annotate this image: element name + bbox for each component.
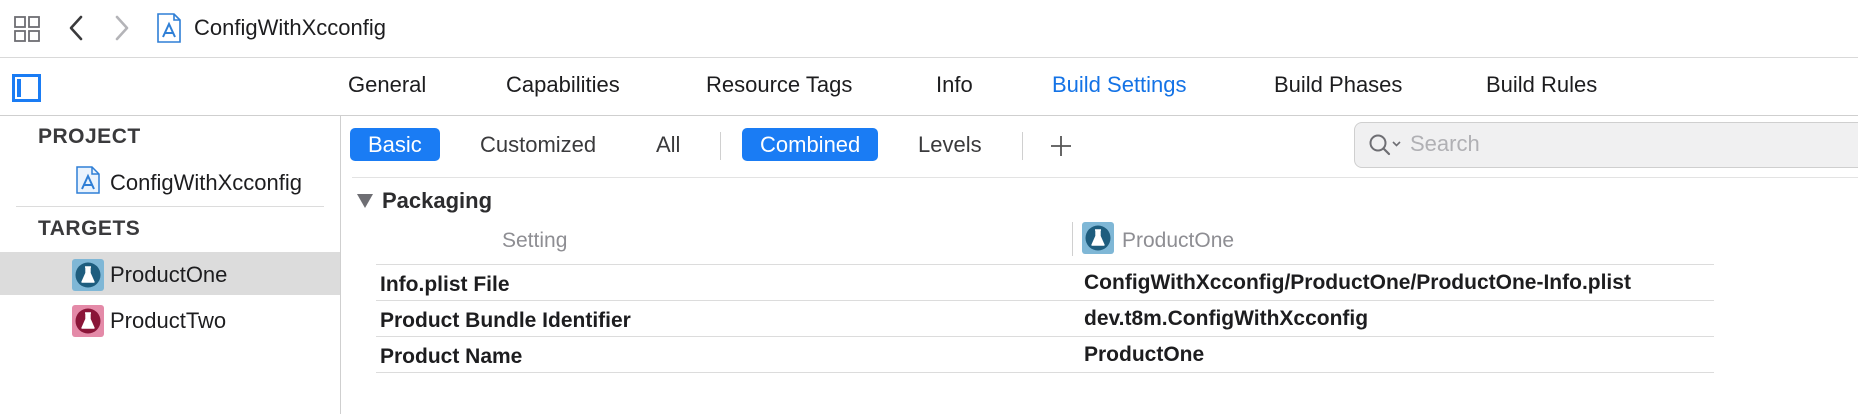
view-combined-button[interactable]: Combined: [742, 128, 879, 161]
tab-general[interactable]: General: [348, 72, 426, 98]
filter-bar-divider: [352, 177, 1858, 178]
forward-chevron-icon[interactable]: [108, 12, 136, 44]
project-icon: [76, 166, 100, 194]
column-header-setting: Setting: [502, 229, 568, 252]
row-divider: [376, 336, 1714, 337]
project-file-icon: [156, 13, 184, 43]
sidebar-item-productone[interactable]: ProductOne: [110, 262, 227, 288]
view-levels-button[interactable]: Levels: [900, 128, 1000, 161]
column-divider: [1072, 222, 1073, 256]
row-divider: [376, 300, 1714, 301]
target-column-icon: [1082, 222, 1114, 254]
column-header-target: ProductOne: [1122, 229, 1235, 252]
tab-resource-tags[interactable]: Resource Tags: [706, 72, 852, 98]
tab-build-phases[interactable]: Build Phases: [1274, 72, 1402, 98]
setting-value-info-plist[interactable]: ConfigWithXcconfig/ProductOne/ProductOne…: [1084, 271, 1631, 295]
breadcrumb[interactable]: ConfigWithXcconfig: [194, 15, 386, 41]
setting-name-info-plist[interactable]: Info.plist File: [380, 273, 510, 297]
setting-name-bundle-id[interactable]: Product Bundle Identifier: [380, 309, 631, 333]
section-title: Packaging: [382, 188, 493, 213]
filter-all-button[interactable]: All: [638, 128, 698, 161]
product-two-target-icon: [72, 305, 104, 337]
product-one-target-icon: [72, 259, 104, 291]
setting-value-product-name[interactable]: ProductOne: [1084, 343, 1204, 367]
setting-name-product-name[interactable]: Product Name: [380, 345, 522, 369]
targets-header: TARGETS: [38, 217, 141, 240]
sidebar-toggle-icon[interactable]: [12, 74, 41, 102]
sidebar-item-project[interactable]: ConfigWithXcconfig: [110, 170, 302, 196]
tab-info[interactable]: Info: [936, 72, 973, 98]
view-separator: [1022, 132, 1023, 160]
project-header: PROJECT: [38, 125, 141, 148]
related-items-grid-icon[interactable]: [12, 14, 42, 44]
filter-basic-button[interactable]: Basic: [350, 128, 440, 161]
sidebar-item-producttwo[interactable]: ProductTwo: [110, 308, 226, 334]
filter-customized-button[interactable]: Customized: [462, 128, 614, 161]
row-divider: [376, 264, 1714, 265]
search-input[interactable]: [1410, 126, 1830, 162]
row-divider: [376, 372, 1714, 373]
disclosure-triangle-icon[interactable]: [356, 192, 374, 210]
search-icon: [1368, 132, 1404, 158]
sidebar-divider: [16, 206, 324, 207]
tab-build-settings[interactable]: Build Settings: [1052, 72, 1187, 98]
tab-capabilities[interactable]: Capabilities: [506, 72, 620, 98]
back-chevron-icon[interactable]: [62, 12, 90, 44]
tab-build-rules[interactable]: Build Rules: [1486, 72, 1597, 98]
add-setting-plus-icon[interactable]: [1044, 130, 1078, 162]
setting-value-bundle-id[interactable]: dev.t8m.ConfigWithXcconfig: [1084, 307, 1368, 331]
filter-separator: [720, 132, 721, 160]
